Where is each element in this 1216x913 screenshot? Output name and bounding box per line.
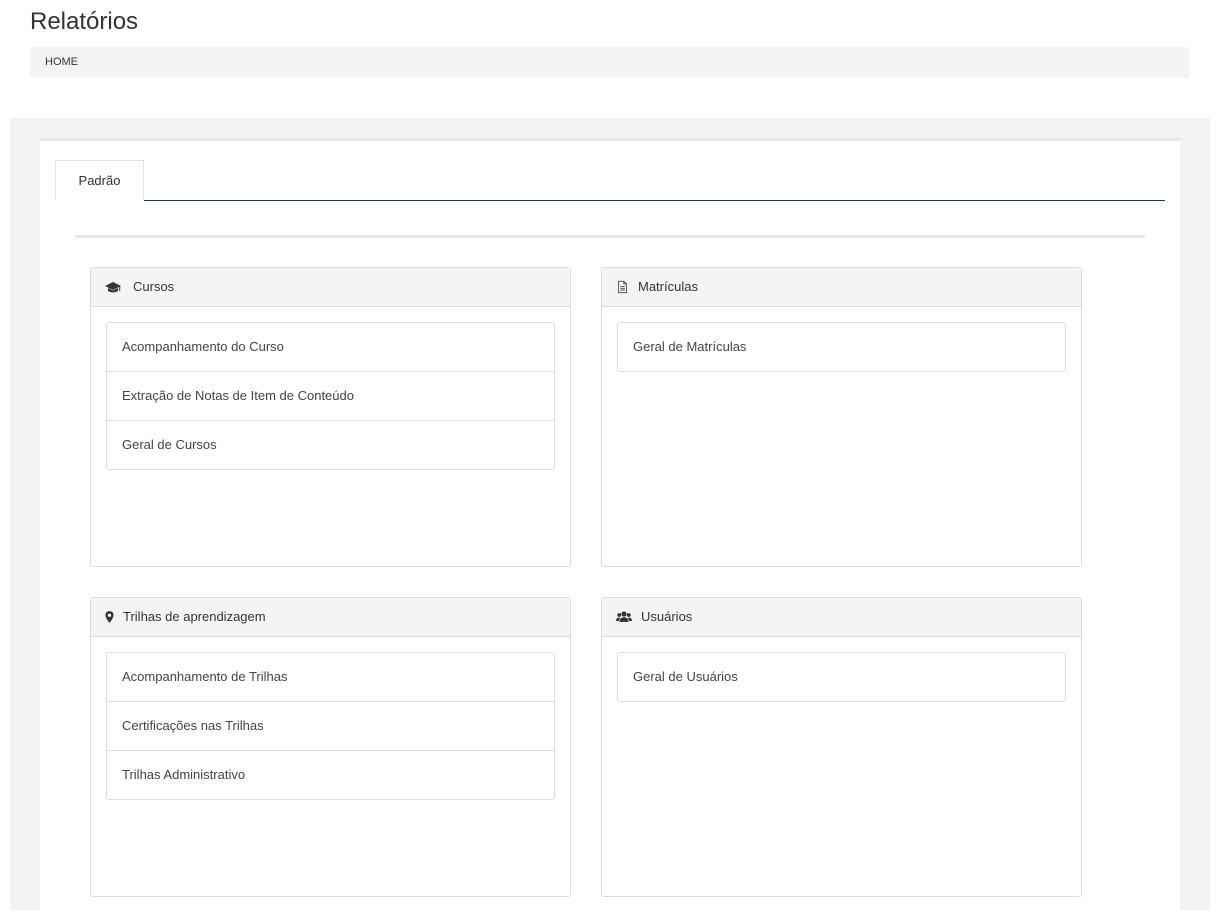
content-card: Padrão Cursos Acompanhamento do Curso Ex…: [40, 138, 1180, 913]
users-icon: [616, 611, 632, 622]
report-link-trilhas-administrativo[interactable]: Trilhas Administrativo: [107, 750, 554, 799]
panel-matriculas: Matrículas Geral de Matrículas: [601, 267, 1082, 567]
map-marker-icon: [105, 611, 114, 623]
tab-padrao[interactable]: Padrão: [55, 160, 144, 201]
list-trilhas: Acompanhamento de Trilhas Certificações …: [106, 652, 555, 800]
page-title: Relatórios: [30, 8, 139, 35]
document-icon: [618, 280, 627, 294]
panel-title-matriculas: Matrículas: [638, 279, 698, 294]
panel-trilhas: Trilhas de aprendizagem Acompanhamento d…: [90, 597, 571, 897]
panel-header-matriculas: Matrículas: [602, 268, 1081, 307]
report-link-certificacoes-trilhas[interactable]: Certificações nas Trilhas: [107, 701, 554, 750]
graduation-cap-icon: [105, 282, 121, 293]
report-link-geral-usuarios[interactable]: Geral de Usuários: [618, 653, 1065, 701]
panel-usuarios: Usuários Geral de Usuários: [601, 597, 1082, 897]
panel-title-cursos: Cursos: [133, 279, 175, 294]
content-area: Padrão Cursos Acompanhamento do Curso Ex…: [10, 118, 1210, 913]
panel-title-usuarios: Usuários: [641, 609, 693, 624]
panel-cursos: Cursos Acompanhamento do Curso Extração …: [90, 267, 571, 567]
list-matriculas: Geral de Matrículas: [617, 322, 1066, 372]
report-link-geral-matriculas[interactable]: Geral de Matrículas: [618, 323, 1065, 371]
panel-header-usuarios: Usuários: [602, 598, 1081, 637]
panel-header-cursos: Cursos: [91, 268, 570, 307]
panel-header-trilhas: Trilhas de aprendizagem: [91, 598, 570, 637]
report-link-extracao-notas[interactable]: Extração de Notas de Item de Conteúdo: [107, 371, 554, 420]
breadcrumb-home-link[interactable]: HOME: [45, 56, 78, 68]
divider: [75, 235, 1145, 238]
panel-title-trilhas: Trilhas de aprendizagem: [123, 609, 266, 624]
report-link-acompanhamento-trilhas[interactable]: Acompanhamento de Trilhas: [107, 653, 554, 701]
list-usuarios: Geral de Usuários: [617, 652, 1066, 702]
tab-bar: Padrão: [55, 160, 1165, 201]
breadcrumb: HOME: [30, 47, 1190, 78]
report-link-geral-cursos[interactable]: Geral de Cursos: [107, 420, 554, 469]
report-link-acompanhamento-curso[interactable]: Acompanhamento do Curso: [107, 323, 554, 371]
list-cursos: Acompanhamento do Curso Extração de Nota…: [106, 322, 555, 470]
